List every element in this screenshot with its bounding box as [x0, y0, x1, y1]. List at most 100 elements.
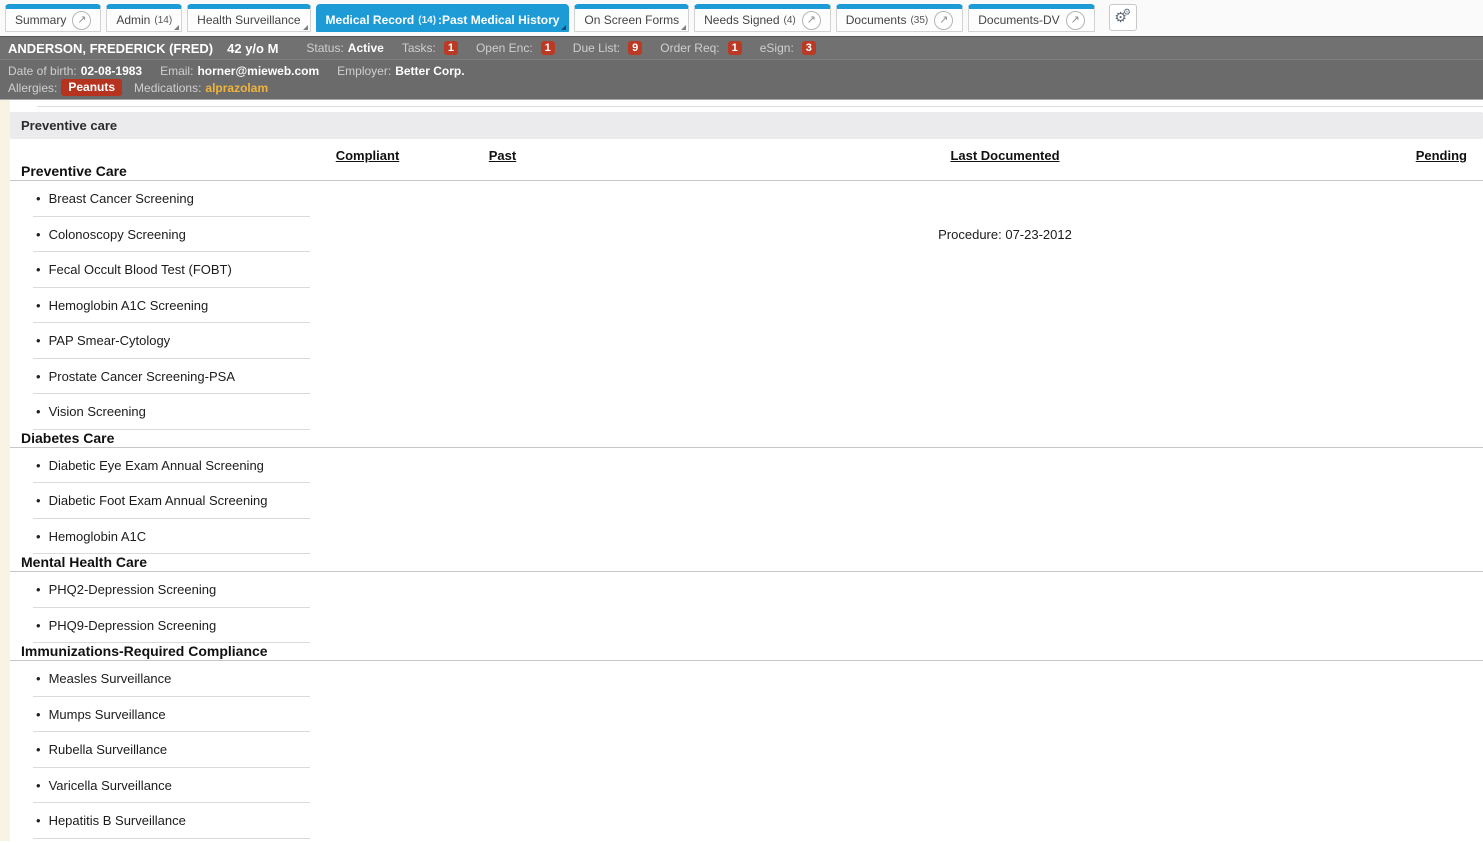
- tab-label: Summary: [15, 13, 67, 27]
- column-header-compliant[interactable]: Compliant: [310, 148, 425, 163]
- care-item-row: • Prostate Cancer Screening-PSA: [10, 359, 1483, 395]
- open-enc-indicator: Open Enc: 1: [476, 41, 555, 55]
- tab-label: Medical Record: [325, 13, 415, 27]
- patient-name: ANDERSON, FREDERICK (FRED): [8, 40, 214, 56]
- bullet-icon: •: [36, 813, 41, 829]
- bullet-icon: •: [36, 368, 41, 384]
- section-header-preventive-care: Preventive Care: [10, 163, 1483, 181]
- item-label: Mumps Surveillance: [48, 706, 166, 722]
- item-label: Vision Screening: [48, 404, 146, 420]
- bullet-icon: •: [36, 226, 41, 242]
- tab-menu-fold-icon: [174, 25, 180, 30]
- bullet-icon: •: [36, 404, 41, 420]
- care-item-row: • PHQ2-Depression Screening: [10, 572, 1483, 608]
- column-header-past[interactable]: Past: [425, 148, 580, 163]
- item-label: Rubella Surveillance: [48, 742, 168, 758]
- table-column-header-row: Compliant Past Last Documented Pending: [10, 139, 1483, 163]
- tab-documents[interactable]: Documents (35) ↗: [835, 4, 964, 32]
- tab-count: (4): [783, 14, 796, 26]
- item-label: Breast Cancer Screening: [48, 191, 194, 207]
- tab-menu-fold-icon: [302, 25, 308, 30]
- patient-details: Date of birth: 02-08-1983 Email: horner@…: [0, 60, 1483, 100]
- settings-button[interactable]: ⚙ ⚙: [1108, 4, 1137, 31]
- preventive-care-table: Compliant Past Last Documented Pending P…: [10, 139, 1483, 839]
- item-label: Measles Surveillance: [48, 671, 172, 687]
- item-label: Hepatitis B Surveillance: [48, 813, 186, 829]
- tab-on-screen-forms[interactable]: On Screen Forms: [574, 4, 690, 32]
- open-new-window-icon[interactable]: ↗: [934, 10, 954, 30]
- medication-alprazolam[interactable]: alprazolam: [205, 81, 268, 95]
- esign-count-badge[interactable]: 3: [801, 41, 816, 55]
- tab-menu-fold-icon: [561, 25, 567, 30]
- tab-needs-signed[interactable]: Needs Signed (4) ↗: [694, 4, 831, 32]
- open-enc-count-badge[interactable]: 1: [540, 41, 555, 55]
- tab-summary[interactable]: Summary ↗: [5, 4, 102, 32]
- dob-value: 02-08-1983: [80, 63, 143, 78]
- bullet-icon: •: [36, 706, 41, 722]
- open-new-window-icon[interactable]: ↗: [801, 10, 821, 30]
- care-item-row: • Measles Surveillance: [10, 661, 1483, 697]
- medications-label: Medications:: [134, 80, 202, 95]
- tab-count: (14): [418, 14, 437, 26]
- tab-count: (35): [910, 14, 929, 26]
- care-item-row: • Hepatitis B Surveillance: [10, 803, 1483, 839]
- care-item-row: • Diabetic Eye Exam Annual Screening: [10, 448, 1483, 484]
- open-new-window-icon[interactable]: ↗: [72, 10, 92, 30]
- tab-health-surveillance[interactable]: Health Surveillance: [187, 4, 311, 32]
- tab-admin[interactable]: Admin (14): [106, 4, 183, 32]
- panel-title-bar: Preventive care: [10, 112, 1483, 139]
- tab-label: Needs Signed: [704, 13, 780, 27]
- last-documented-value: Procedure: 07-23-2012: [938, 226, 1072, 242]
- section-header-mental-health-care: Mental Health Care: [10, 554, 1483, 572]
- column-header-last-documented[interactable]: Last Documented: [580, 148, 1380, 163]
- gears-icon-small: ⚙: [1122, 7, 1131, 17]
- employer-label: Employer:: [337, 63, 392, 78]
- care-item-row: • Mumps Surveillance: [10, 697, 1483, 733]
- due-list-indicator: Due List: 9: [573, 41, 643, 55]
- care-item-row: • Rubella Surveillance: [10, 732, 1483, 768]
- item-label: Diabetic Foot Exam Annual Screening: [48, 493, 268, 509]
- section-header-immunizations: Immunizations-Required Compliance: [10, 643, 1483, 661]
- bullet-icon: •: [36, 457, 41, 473]
- tab-label: On Screen Forms: [584, 13, 680, 27]
- bullet-icon: •: [36, 262, 41, 278]
- due-list-count-badge[interactable]: 9: [628, 41, 643, 55]
- email-label: Email:: [160, 63, 194, 78]
- allergies-label: Allergies:: [8, 80, 58, 95]
- open-new-window-icon[interactable]: ↗: [1065, 10, 1085, 30]
- content-top-divider: [37, 106, 1483, 107]
- panel-title: Preventive care: [21, 118, 118, 133]
- esign-indicator: eSign: 3: [760, 41, 816, 55]
- care-item-row: • Breast Cancer Screening: [10, 181, 1483, 217]
- bullet-icon: •: [36, 742, 41, 758]
- order-req-count-badge[interactable]: 1: [727, 41, 742, 55]
- employer-value: Better Corp.: [395, 63, 465, 78]
- tab-menu-fold-icon: [681, 25, 687, 30]
- item-label: Prostate Cancer Screening-PSA: [48, 368, 235, 384]
- item-label: PAP Smear-Cytology: [48, 333, 171, 349]
- column-header-pending[interactable]: Pending: [1380, 148, 1483, 163]
- tasks-count-badge[interactable]: 1: [443, 41, 458, 55]
- section-header-diabetes-care: Diabetes Care: [10, 430, 1483, 448]
- tab-count: (14): [154, 14, 173, 26]
- bullet-icon: •: [36, 617, 41, 633]
- care-item-row: • Diabetic Foot Exam Annual Screening: [10, 483, 1483, 519]
- item-label: Hemoglobin A1C Screening: [48, 297, 209, 313]
- care-item-row: • Fecal Occult Blood Test (FOBT): [10, 252, 1483, 288]
- patient-age-sex: 42 y/o M: [227, 40, 279, 56]
- allergy-badge-peanuts[interactable]: Peanuts: [61, 79, 123, 96]
- tasks-indicator: Tasks: 1: [402, 41, 458, 55]
- bullet-icon: •: [36, 671, 41, 687]
- patient-summary-bar: ANDERSON, FREDERICK (FRED) 42 y/o M Stat…: [0, 36, 1483, 60]
- tab-label: Admin: [116, 13, 151, 27]
- email-value: horner@mieweb.com: [197, 63, 320, 78]
- item-label: PHQ2-Depression Screening: [48, 582, 217, 598]
- care-item-row: • PHQ9-Depression Screening: [10, 608, 1483, 644]
- tab-medical-record[interactable]: Medical Record (14) :Past Medical Histor…: [315, 4, 570, 32]
- tab-documents-dv[interactable]: Documents-DV ↗: [968, 4, 1095, 32]
- tab-label-suffix: :Past Medical History: [438, 13, 560, 27]
- tab-label: Documents-DV: [978, 13, 1060, 27]
- order-req-indicator: Order Req: 1: [660, 41, 742, 55]
- dob-label: Date of birth:: [8, 63, 77, 78]
- bullet-icon: •: [36, 333, 41, 349]
